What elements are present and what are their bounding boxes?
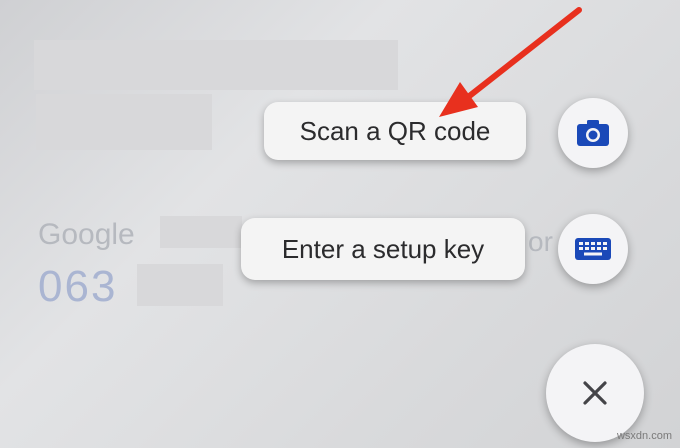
watermark-text: wsxdn.com (616, 430, 672, 442)
annotation-arrow-icon (439, 7, 582, 117)
